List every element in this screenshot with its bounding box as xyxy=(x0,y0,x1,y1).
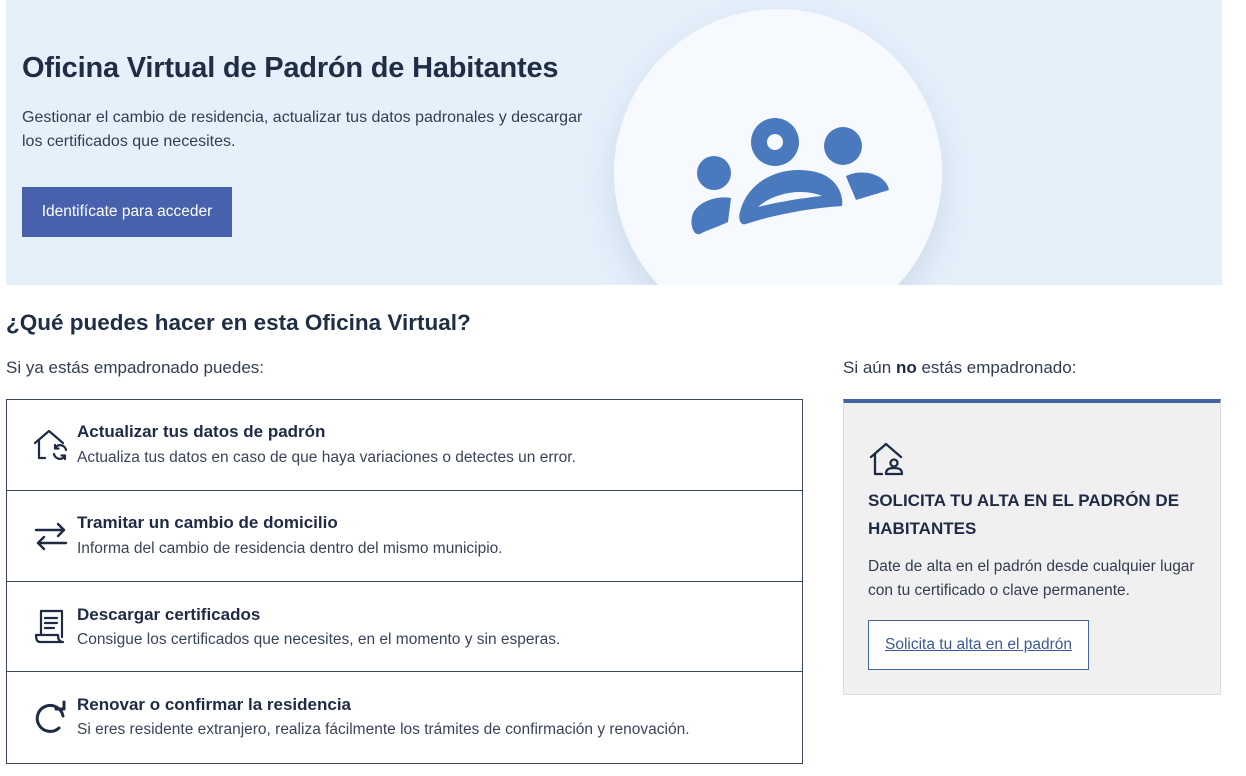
registered-intro: Si ya estás empadronado puedes: xyxy=(6,358,265,377)
registration-title: SOLICITA TU ALTA EN EL PADRÓN DE HABITAN… xyxy=(868,491,1180,538)
option-description: Si eres residente extranjero, realiza fá… xyxy=(77,721,690,738)
hero-banner: Oficina Virtual de Padrón de Habitantes … xyxy=(6,0,1222,285)
swap-arrows-icon xyxy=(34,522,68,551)
page-title: Oficina Virtual de Padrón de Habitantes xyxy=(22,52,559,84)
unregistered-intro-prefix: Si aún xyxy=(843,358,896,377)
registration-card: SOLICITA TU ALTA EN EL PADRÓN DE HABITAN… xyxy=(843,399,1221,695)
option-download-certificates[interactable]: Descargar certificados Consigue los cert… xyxy=(7,582,802,672)
option-update-data[interactable]: Actualizar tus datos de padrón Actualiza… xyxy=(7,400,802,491)
house-refresh-icon xyxy=(33,429,68,461)
people-group-icon xyxy=(691,118,889,235)
option-renew-residence[interactable]: Renovar o confirmar la residencia Si ere… xyxy=(7,672,802,763)
renew-arrow-icon xyxy=(35,700,66,733)
option-description: Informa del cambio de residencia dentro … xyxy=(77,540,503,557)
option-title: Tramitar un cambio de domicilio xyxy=(77,513,338,532)
unregistered-intro: Si aún no estás empadronado: xyxy=(843,358,1076,378)
option-title: Descargar certificados xyxy=(77,605,261,624)
request-registration-link[interactable]: Solicita tu alta en el padrón xyxy=(868,620,1089,670)
section-title: ¿Qué puedes hacer en esta Oficina Virtua… xyxy=(6,310,471,335)
unregistered-intro-bold: no xyxy=(895,358,917,377)
house-person-icon xyxy=(869,442,904,476)
registration-description: Date de alta en el padrón desde cualquie… xyxy=(868,558,1195,599)
options-list: Actualizar tus datos de padrón Actualiza… xyxy=(6,399,803,764)
option-title: Renovar o confirmar la residencia xyxy=(77,695,351,714)
hero-description: Gestionar el cambio de residencia, actua… xyxy=(22,109,583,150)
option-title: Actualizar tus datos de padrón xyxy=(77,422,326,441)
login-button[interactable]: Identifícate para acceder xyxy=(22,187,232,237)
option-description: Consigue los certificados que necesites,… xyxy=(77,631,561,648)
unregistered-intro-suffix: estás empadronado: xyxy=(916,358,1077,377)
option-description: Actualiza tus datos en caso de que haya … xyxy=(77,449,576,466)
option-change-address[interactable]: Tramitar un cambio de domicilio Informa … xyxy=(7,491,802,582)
certificate-scroll-icon xyxy=(34,609,65,644)
